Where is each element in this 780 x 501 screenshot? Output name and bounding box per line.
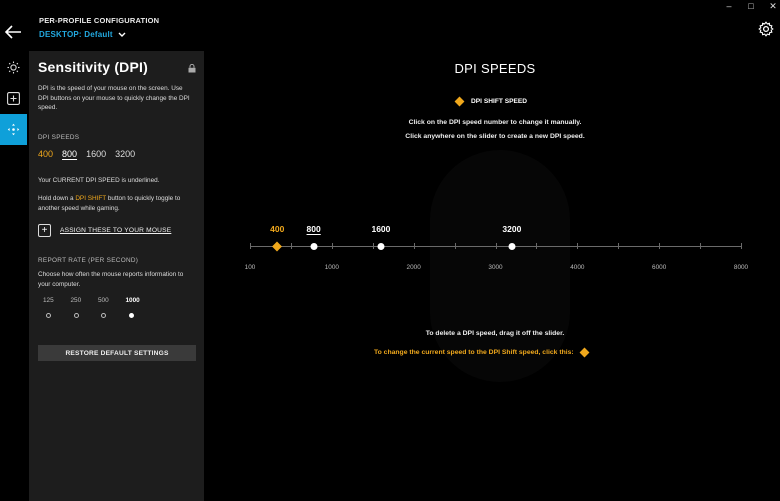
rail-item-lighting[interactable] <box>0 52 27 83</box>
profile-selector[interactable]: DESKTOP: Default <box>39 30 159 39</box>
profile-name: DESKTOP: Default <box>39 30 113 39</box>
icon-rail <box>0 52 27 501</box>
dpi-speed-3200[interactable]: 3200 <box>115 149 135 159</box>
dpi-speeds-label: DPI SPEEDS <box>38 134 80 141</box>
set-dpi-shift-button[interactable] <box>579 347 590 358</box>
rail-item-assignments[interactable] <box>0 83 27 114</box>
dpi-speed-1600[interactable]: 1600 <box>86 149 106 159</box>
slider-tick <box>700 243 702 249</box>
slider-tick <box>454 243 456 249</box>
report-rate-1000-label: 1000 <box>125 297 140 304</box>
slider-tick <box>413 243 415 249</box>
instruction-manual: Click on the DPI speed number to change … <box>408 119 582 126</box>
shift-change-note: To change the current speed to the DPI S… <box>374 349 574 356</box>
dpi-speed-list: 400 800 1600 3200 <box>38 149 135 159</box>
report-rate-500[interactable]: 500 <box>97 297 125 318</box>
slider-tick-label: 8000 <box>733 264 749 271</box>
slider-tick-label: 4000 <box>570 264 585 271</box>
radio-button[interactable] <box>46 313 51 318</box>
dpi-handle-label-400[interactable]: 400 <box>270 224 284 234</box>
slider-tick-label: 1000 <box>324 264 339 271</box>
assign-label: ASSIGN THESE TO YOUR MOUSE <box>60 227 172 234</box>
slider-tick-label: 3000 <box>488 264 503 271</box>
slider-tick <box>372 243 374 249</box>
plus-square-icon <box>7 92 20 105</box>
dpi-handle-1600[interactable] <box>377 243 385 250</box>
move-arrows-icon <box>7 123 20 136</box>
window-controls: – □ ✕ <box>724 0 780 12</box>
dpi-shift-legend-label: DPI SHIFT SPEED <box>471 98 528 105</box>
report-rate-125-label: 125 <box>43 297 54 304</box>
dpi-slider[interactable]: 100 1000 2000 3000 4000 6000 8000 400 800 1600 320… <box>245 224 748 271</box>
rail-item-sensitivity[interactable] <box>0 114 27 145</box>
slider-tick <box>618 243 620 249</box>
panel-title: Sensitivity (DPI) <box>38 59 148 75</box>
radio-button-selected[interactable] <box>128 313 134 318</box>
dpi-shift-legend: DPI SHIFT SPEED <box>454 96 528 107</box>
plus-square-icon: + <box>38 224 51 237</box>
dpi-handle-label-3200[interactable]: 3200 <box>502 224 521 234</box>
slider-tick-label: 100 <box>244 264 256 271</box>
sensitivity-panel: Sensitivity (DPI) DPI is the speed of yo… <box>29 51 204 501</box>
minimize-button[interactable]: – <box>724 0 734 12</box>
back-arrow-icon[interactable] <box>4 24 22 40</box>
close-button[interactable]: ✕ <box>768 0 778 12</box>
slider-tick <box>495 243 497 249</box>
dpi-handle-3200[interactable] <box>508 243 516 250</box>
maximize-button[interactable]: □ <box>746 0 756 12</box>
profile-header: PER-PROFILE CONFIGURATION DESKTOP: Defau… <box>39 16 159 39</box>
slider-tick <box>741 243 742 249</box>
report-rate-1000[interactable]: 1000 <box>125 297 153 318</box>
diamond-icon <box>454 96 465 107</box>
sun-icon <box>7 61 20 74</box>
dpi-shift-note-start: Hold down a <box>38 195 76 202</box>
dpi-shift-highlight: DPI SHIFT <box>75 195 107 202</box>
slider-tick <box>331 243 333 249</box>
dpi-speed-800[interactable]: 800 <box>62 149 77 159</box>
main-title: DPI SPEEDS <box>454 61 536 76</box>
slider-tick <box>577 243 579 249</box>
chevron-down-icon <box>118 32 126 37</box>
slider-tick-label: 2000 <box>406 264 421 271</box>
assign-to-mouse-button[interactable]: + ASSIGN THESE TO YOUR MOUSE <box>38 224 171 237</box>
restore-defaults-button[interactable]: RESTORE DEFAULT SETTINGS <box>38 345 196 361</box>
slider-tick <box>536 243 538 249</box>
profile-label: PER-PROFILE CONFIGURATION <box>39 16 160 25</box>
current-dpi-note: Your CURRENT DPI SPEED is underlined. <box>38 177 160 184</box>
shift-change-row: To change the current speed to the DPI S… <box>374 347 590 358</box>
slider-tick <box>250 243 251 249</box>
slider-tick-label: 6000 <box>652 264 667 271</box>
radio-button[interactable] <box>101 313 106 318</box>
report-rate-125[interactable]: 125 <box>42 297 70 318</box>
radio-button[interactable] <box>73 313 79 318</box>
report-rate-250[interactable]: 250 <box>70 297 98 318</box>
instruction-slider: Click anywhere on the slider to create a… <box>405 133 585 140</box>
report-rate-250-label: 250 <box>70 297 82 304</box>
dpi-shift-note: Hold down a DPI SHIFT button to quickly … <box>38 194 198 213</box>
dpi-speed-400[interactable]: 400 <box>38 149 53 159</box>
dpi-handle-800[interactable] <box>310 243 318 250</box>
delete-instruction: To delete a DPI speed, drag it off the s… <box>425 330 565 337</box>
slider-tick <box>659 243 661 249</box>
slider-tick <box>290 243 292 249</box>
lock-icon[interactable] <box>188 64 196 73</box>
panel-description: DPI is the speed of your mouse on the sc… <box>38 85 190 111</box>
dpi-handle-label-800[interactable]: 800 <box>307 224 321 234</box>
report-rate-label: REPORT RATE (PER SECOND) <box>38 257 139 264</box>
dpi-handle-label-1600[interactable]: 1600 <box>371 224 390 234</box>
report-rate-options: 125 250 500 1000 <box>42 297 152 318</box>
report-rate-500-label: 500 <box>98 297 109 304</box>
gear-icon[interactable] <box>758 21 774 37</box>
dpi-handle-400[interactable] <box>272 241 283 252</box>
report-rate-description: Choose how often the mouse reports infor… <box>38 271 184 288</box>
